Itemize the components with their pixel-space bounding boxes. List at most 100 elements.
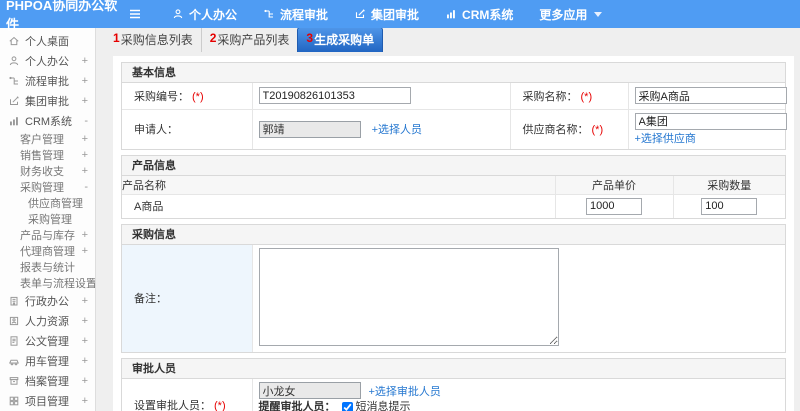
sidebar-item-label: 项目管理 xyxy=(25,396,69,408)
sidebar-item-admin-office[interactable]: 行政办公 + xyxy=(0,291,95,311)
wizard-tabbar: 1 采购信息列表 2 采购产品列表 3 生成采购单 xyxy=(97,27,800,52)
sidebar-item-archive-mgmt[interactable]: 档案管理 + xyxy=(0,371,95,391)
sidebar-item-label: 采购管理 xyxy=(20,182,64,194)
purchase-name-label-cell: 采购名称： (*) xyxy=(509,83,629,110)
hamburger-menu-icon[interactable] xyxy=(120,8,150,20)
sidebar-item-workflow-approval[interactable]: 流程审批 + xyxy=(0,71,95,91)
sidebar-item-customer-mgmt[interactable]: 客户管理 + xyxy=(0,131,95,147)
approver-input-line: +选择审批人员 xyxy=(258,382,780,400)
topbar: PHPOA协同办公软件 个人办公 流程审批 集团审批 CRM系统 更多应用 xyxy=(0,0,800,32)
sidebar-item-hr[interactable]: 人力资源 + xyxy=(0,311,95,331)
sidebar-item-purchase-mgmt-sub[interactable]: 采购管理 xyxy=(0,211,95,227)
expand-indicator: + xyxy=(81,55,88,67)
section-title: 审批人员 xyxy=(122,358,785,379)
sidebar-item-group-approval[interactable]: 集团审批 + xyxy=(0,91,95,111)
remind-approver-label: 提醒审批人员： xyxy=(258,400,336,411)
sidebar-item-reports-stats[interactable]: 报表与统计 xyxy=(0,259,95,275)
expand-indicator: + xyxy=(81,395,88,407)
remark-textarea[interactable] xyxy=(258,247,559,346)
approver-label-cell: 设置审批人员： (*) xyxy=(122,378,253,411)
sidebar-item-product-inventory[interactable]: 产品与库存 + xyxy=(0,227,95,243)
sidebar-item-project-mgmt[interactable]: 项目管理 + xyxy=(0,391,95,411)
sidebar-item-personal-office[interactable]: 个人办公 + xyxy=(0,51,95,71)
main-content: 1 采购信息列表 2 采购产品列表 3 生成采购单 基本信息 采购编号：(*) xyxy=(97,27,800,411)
product-price-cell xyxy=(554,194,674,218)
home-icon xyxy=(8,35,20,47)
product-price-header: 产品单价 xyxy=(554,175,674,195)
sidebar-item-crm-system[interactable]: CRM系统 - xyxy=(0,111,95,131)
car-icon xyxy=(8,355,20,367)
section-title: 基本信息 xyxy=(122,63,785,83)
approver-cell: +选择审批人员 提醒审批人员： 短消息提示 注：流程第一步审批人员，这里选择你的… xyxy=(251,378,785,411)
sidebar-item-agent-mgmt[interactable]: 代理商管理 + xyxy=(0,243,95,259)
sidebar-item-label: 销售管理 xyxy=(20,150,64,162)
expand-indicator: + xyxy=(81,245,88,257)
sidebar-item-personal-desktop[interactable]: 个人桌面 xyxy=(0,31,95,51)
sidebar-item-sales-mgmt[interactable]: 销售管理 + xyxy=(0,147,95,163)
document-icon xyxy=(8,335,20,347)
expand-indicator: - xyxy=(84,181,88,193)
remind-approver-line: 提醒审批人员： 短消息提示 xyxy=(259,401,780,411)
expand-indicator: + xyxy=(81,375,88,387)
edit-icon xyxy=(8,95,20,107)
topbar-item-crm-system[interactable]: CRM系统 xyxy=(445,6,513,23)
select-personnel-link[interactable]: +选择人员 xyxy=(372,124,422,136)
sms-notify-checkbox[interactable] xyxy=(341,401,353,411)
topbar-item-more-apps[interactable]: 更多应用 xyxy=(539,6,603,23)
user-icon xyxy=(8,55,20,67)
sidebar-item-form-flow-settings[interactable]: 表单与流程设置 + xyxy=(0,275,95,291)
product-table-row: A商品 xyxy=(122,194,785,218)
sidebar: 个人桌面 个人办公 + 流程审批 + 集团审批 + CRM系统 - 客户管理 +… xyxy=(0,28,96,411)
expand-indicator: + xyxy=(81,95,88,107)
expand-indicator: + xyxy=(81,335,88,347)
caret-down-icon xyxy=(594,11,603,17)
expand-indicator: + xyxy=(81,133,88,145)
sidebar-item-supplier-mgmt[interactable]: 供应商管理 xyxy=(0,195,95,211)
select-supplier-link[interactable]: +选择供应商 xyxy=(635,133,696,145)
sidebar-item-official-docs[interactable]: 公文管理 + xyxy=(0,331,95,351)
expand-indicator: + xyxy=(81,165,88,177)
approver-input[interactable] xyxy=(258,382,361,399)
sidebar-item-label: 档案管理 xyxy=(25,376,69,388)
tab-generate-purchase-order[interactable]: 3 生成采购单 xyxy=(297,27,384,52)
product-price-input[interactable] xyxy=(586,197,642,215)
tab-label: 生成采购单 xyxy=(314,33,375,47)
sidebar-item-label: 产品与库存 xyxy=(20,230,75,242)
topbar-item-label: 更多应用 xyxy=(539,7,588,22)
purchase-no-label: 采购编号： xyxy=(134,90,189,103)
tab-number: 1 xyxy=(113,31,120,45)
topbar-item-workflow-approval[interactable]: 流程审批 xyxy=(263,6,328,23)
sidebar-item-label: 报表与统计 xyxy=(20,262,75,274)
tab-purchase-product-list[interactable]: 2 采购产品列表 xyxy=(202,28,298,52)
supplier-input[interactable] xyxy=(634,112,787,130)
tab-label: 采购信息列表 xyxy=(120,33,193,47)
expand-indicator: - xyxy=(84,115,88,127)
topbar-item-personal-office[interactable]: 个人办公 xyxy=(172,6,237,23)
topbar-item-label: 个人办公 xyxy=(189,7,238,22)
supplier-label-cell: 供应商名称： (*) xyxy=(509,108,629,149)
supplier-cell: +选择供应商 xyxy=(627,108,787,149)
purchase-name-input[interactable] xyxy=(634,87,787,105)
select-approver-link[interactable]: +选择审批人员 xyxy=(369,383,441,399)
sidebar-item-label: 集团审批 xyxy=(25,96,69,108)
purchase-no-cell xyxy=(251,83,511,110)
sidebar-item-label: 采购管理 xyxy=(28,214,72,226)
topbar-item-group-approval[interactable]: 集团审批 xyxy=(354,6,419,23)
section-title: 采购信息 xyxy=(122,224,785,245)
sidebar-item-vehicle-mgmt[interactable]: 用车管理 + xyxy=(0,351,95,371)
chart-icon xyxy=(8,115,20,127)
applicant-input[interactable] xyxy=(258,120,361,138)
topbar-item-label: 集团审批 xyxy=(371,7,420,22)
sidebar-item-label: CRM系统 xyxy=(25,116,73,128)
applicant-cell: +选择人员 xyxy=(251,108,511,149)
remark-label-cell: 备注： xyxy=(122,244,253,352)
sidebar-item-finance[interactable]: 财务收支 + xyxy=(0,163,95,179)
sidebar-item-label: 行政办公 xyxy=(25,296,69,308)
app-logo: PHPOA协同办公软件 xyxy=(6,0,118,32)
archive-icon xyxy=(8,375,20,387)
product-qty-input[interactable] xyxy=(701,197,758,215)
sidebar-item-label: 客户管理 xyxy=(20,134,64,146)
sidebar-item-purchase-mgmt[interactable]: 采购管理 - xyxy=(0,179,95,195)
purchase-no-input[interactable] xyxy=(258,87,411,105)
expand-indicator: + xyxy=(81,75,88,87)
